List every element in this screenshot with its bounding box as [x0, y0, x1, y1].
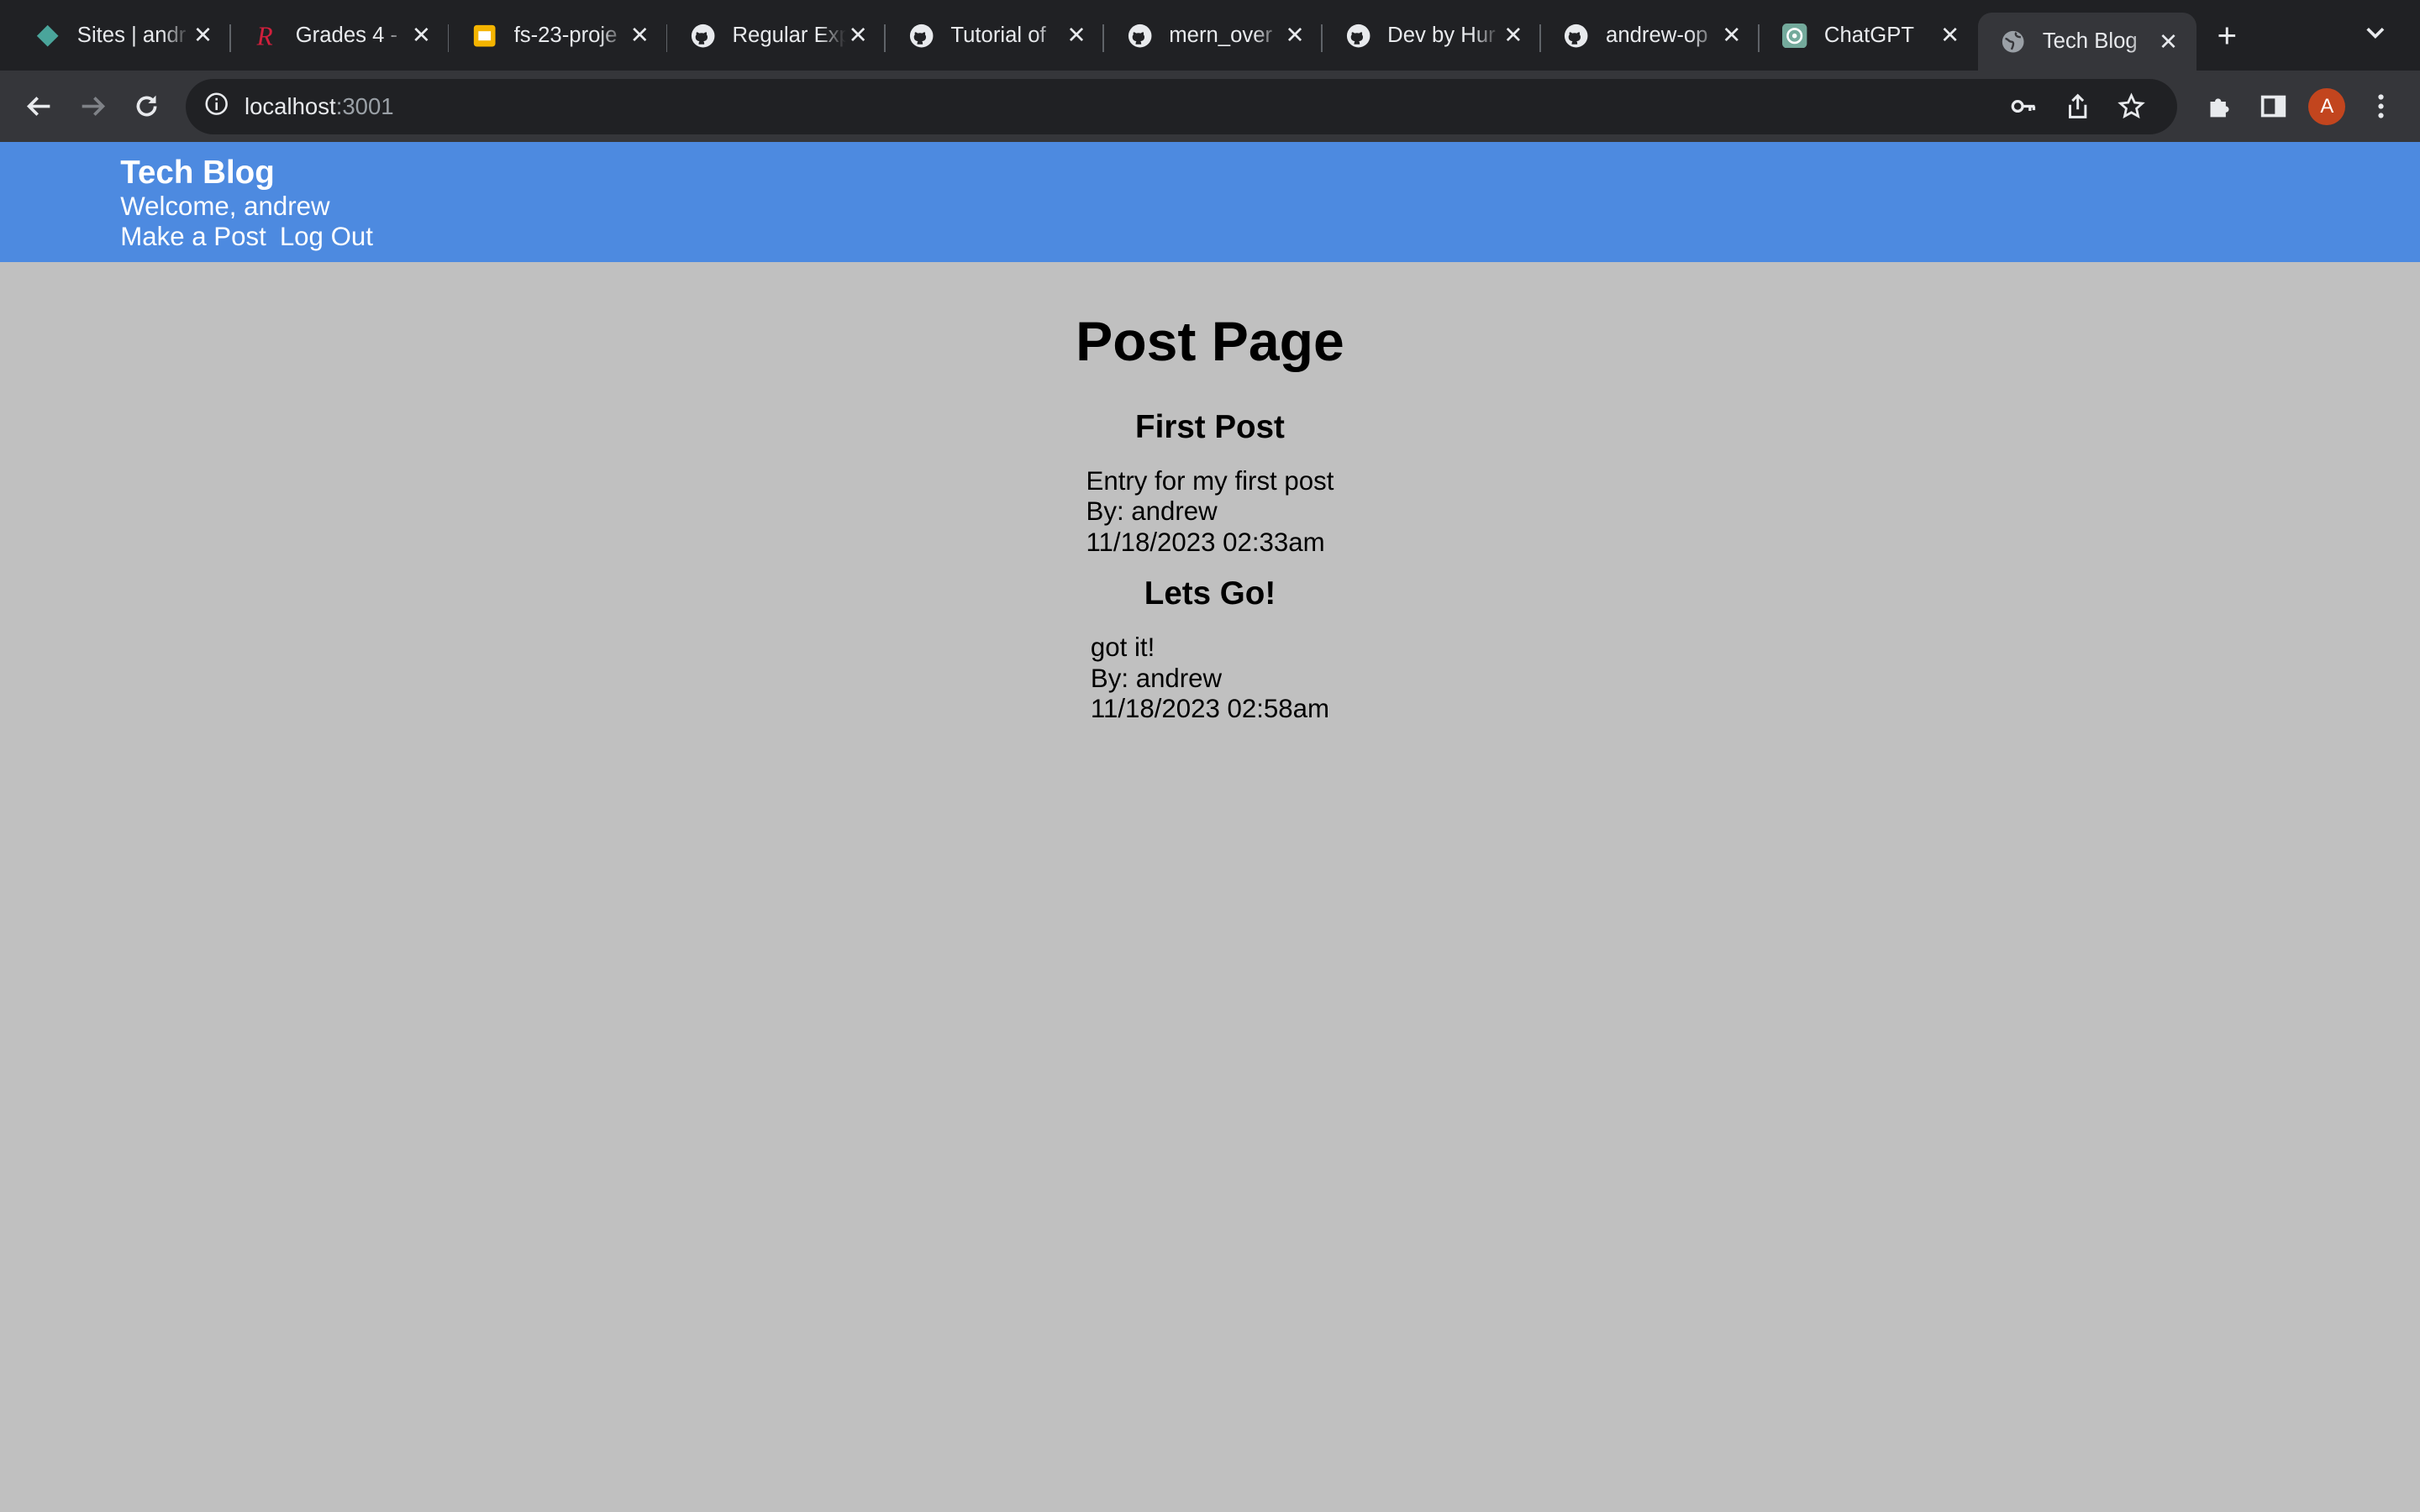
- forward-arrow-icon[interactable]: [66, 80, 120, 134]
- tab-title: Regular Exp: [732, 23, 846, 47]
- site-info-icon[interactable]: [204, 92, 229, 122]
- tab-github-dev[interactable]: Dev by Hur ✕: [1323, 0, 1541, 71]
- tab-tech-blog[interactable]: Tech Blog ✕: [1977, 12, 2196, 71]
- key-icon[interactable]: [1996, 92, 2050, 120]
- post-author: By: andrew: [1086, 496, 1218, 527]
- tab-title: andrew-op: [1606, 23, 1708, 47]
- post-date: 11/18/2023 02:58am: [1090, 694, 1330, 724]
- site-header: Tech Blog Welcome, andrew Make a Post Lo…: [0, 141, 2420, 263]
- tab-sites[interactable]: Sites | andr ✕: [13, 0, 231, 71]
- slides-icon: [471, 22, 498, 50]
- sites-diamond-icon: [34, 22, 61, 50]
- kebab-menu-icon[interactable]: [2354, 80, 2407, 134]
- site-title[interactable]: Tech Blog: [120, 155, 2420, 192]
- page-title: Post Page: [1076, 310, 1344, 373]
- post-list: First Post Entry for my first post By: a…: [0, 407, 2420, 725]
- tab-title: ChatGPT: [1823, 23, 1915, 47]
- github-icon: [1126, 22, 1154, 50]
- reload-icon[interactable]: [120, 80, 174, 134]
- tab-github-regex[interactable]: Regular Exp ✕: [667, 0, 886, 71]
- share-icon[interactable]: [2051, 92, 2105, 120]
- globe-icon: [1999, 28, 2027, 55]
- main-content: Post Page First Post Entry for my first …: [0, 310, 2420, 725]
- close-icon[interactable]: ✕: [409, 22, 434, 49]
- welcome-message: Welcome, andrew: [120, 191, 330, 221]
- post-content: got it!: [1090, 632, 1155, 662]
- post-date: 11/18/2023 02:33am: [1086, 528, 1325, 558]
- close-icon[interactable]: ✕: [1938, 22, 1962, 49]
- tab-github-tutorial[interactable]: Tutorial of ✕: [886, 0, 1105, 71]
- github-icon: [908, 22, 935, 50]
- side-panel-icon[interactable]: [2246, 80, 2300, 134]
- close-icon[interactable]: ✕: [1064, 22, 1088, 49]
- post-content: Entry for my first post: [1086, 465, 1334, 496]
- post-body: got it! By: andrew 11/18/2023 02:58am: [1091, 633, 1329, 725]
- chatgpt-icon: [1781, 22, 1809, 50]
- logout-link[interactable]: Log Out: [280, 222, 373, 251]
- tab-chatgpt[interactable]: ChatGPT ✕: [1760, 0, 1978, 71]
- tab-grades[interactable]: R Grades 4 - ✕: [231, 0, 450, 71]
- post-title[interactable]: Lets Go!: [0, 574, 2420, 614]
- close-icon[interactable]: ✕: [2156, 29, 2181, 55]
- github-icon: [689, 22, 717, 50]
- svg-text:R: R: [256, 22, 273, 50]
- new-tab-button[interactable]: +: [2196, 0, 2258, 71]
- extensions-puzzle-icon[interactable]: [2192, 80, 2246, 134]
- tab-github-andrew[interactable]: andrew-op ✕: [1541, 0, 1760, 71]
- tab-title: fs-23-proje: [513, 23, 618, 47]
- post-item: Lets Go! got it! By: andrew 11/18/2023 0…: [0, 574, 2420, 725]
- bookmark-star-icon[interactable]: [2105, 92, 2159, 120]
- tab-title: mern_over: [1169, 23, 1273, 47]
- tab-search-chevron-icon[interactable]: [2365, 22, 2386, 50]
- profile-avatar[interactable]: A: [2300, 80, 2354, 134]
- make-post-link[interactable]: Make a Post: [120, 222, 266, 251]
- close-icon[interactable]: ✕: [846, 22, 871, 49]
- tab-title: Grades 4 -: [295, 23, 398, 47]
- url-port: :3001: [335, 92, 394, 119]
- close-icon[interactable]: ✕: [191, 22, 215, 49]
- post-author: By: andrew: [1090, 663, 1223, 693]
- github-icon: [1344, 22, 1372, 50]
- avatar: A: [2308, 87, 2346, 125]
- close-icon[interactable]: ✕: [1719, 22, 1744, 49]
- tab-slides[interactable]: fs-23-proje ✕: [449, 0, 668, 71]
- close-icon[interactable]: ✕: [628, 22, 652, 49]
- browser-toolbar: localhost:3001 A: [0, 71, 2420, 142]
- url-text[interactable]: localhost:3001: [245, 93, 1996, 120]
- post-item: First Post Entry for my first post By: a…: [0, 407, 2420, 559]
- address-bar[interactable]: localhost:3001: [186, 78, 2178, 134]
- back-arrow-icon[interactable]: [13, 80, 66, 134]
- tab-title: Dev by Hur: [1387, 23, 1496, 47]
- tab-title: Tech Blog: [2042, 29, 2138, 54]
- close-icon[interactable]: ✕: [1501, 22, 1525, 49]
- site-nav: Make a Post Log Out: [120, 222, 2420, 253]
- post-body: Entry for my first post By: andrew 11/18…: [1086, 466, 1334, 559]
- tab-github-mern[interactable]: mern_over ✕: [1104, 0, 1323, 71]
- github-icon: [1563, 22, 1591, 50]
- url-host: localhost: [244, 92, 336, 119]
- tab-title: Sites | andr: [76, 23, 187, 47]
- tab-strip: Sites | andr ✕ R Grades 4 - ✕ fs-23-proj…: [0, 0, 2420, 71]
- post-title[interactable]: First Post: [0, 407, 2420, 448]
- rutgers-r-icon: R: [252, 22, 280, 50]
- close-icon[interactable]: ✕: [1282, 22, 1307, 49]
- tab-title: Tutorial of: [950, 23, 1046, 47]
